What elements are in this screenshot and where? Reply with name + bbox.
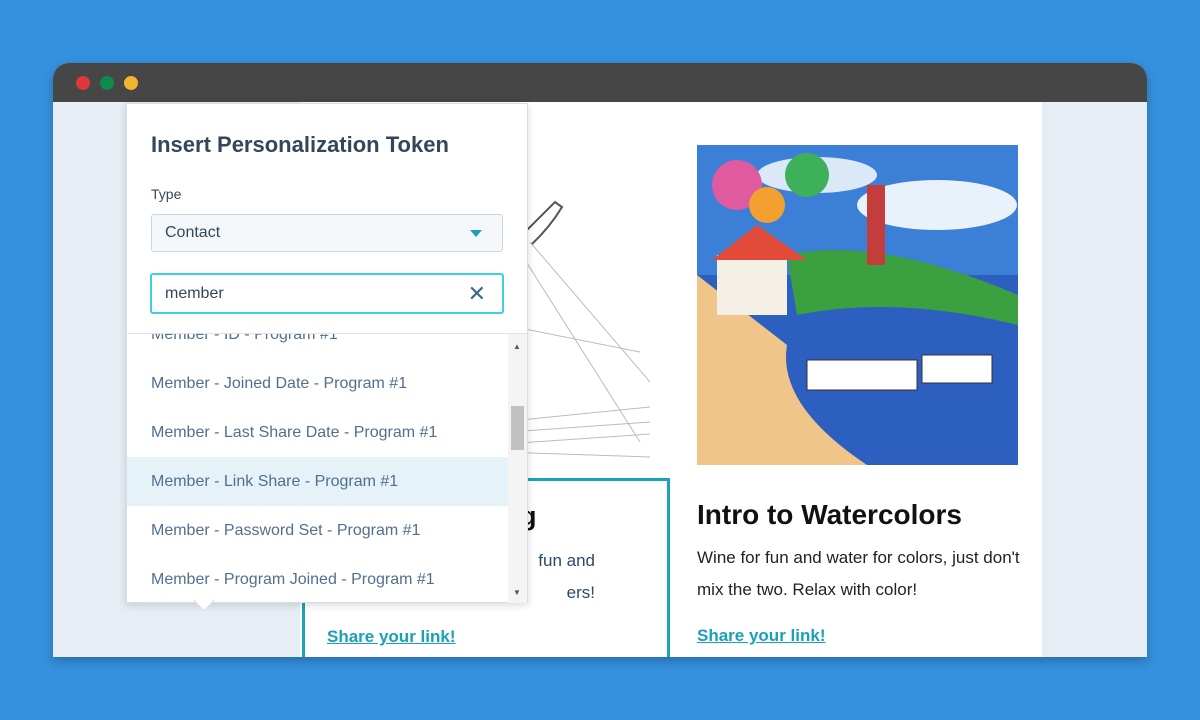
scrollbar[interactable]: ▲ ▼ bbox=[508, 334, 527, 603]
token-search-input[interactable]: member ✕ bbox=[150, 273, 504, 314]
card-text: Wine for fun and water for colors, just … bbox=[697, 548, 1020, 599]
watercolor-painting bbox=[697, 145, 1018, 465]
token-item[interactable]: Member - Program Joined - Program #1 bbox=[127, 555, 508, 603]
type-select-value: Contact bbox=[165, 224, 221, 241]
share-link[interactable]: Share your link! bbox=[327, 627, 455, 647]
personalization-token-popover: Insert Personalization Token Type Contac… bbox=[126, 103, 528, 603]
card-text-line: fun and bbox=[538, 551, 595, 570]
maximize-window-button[interactable] bbox=[124, 76, 138, 90]
close-window-button[interactable] bbox=[76, 76, 90, 90]
popover-title: Insert Personalization Token bbox=[151, 132, 449, 157]
clear-search-icon[interactable]: ✕ bbox=[468, 281, 486, 307]
card-title: Intro to Watercolors bbox=[697, 499, 962, 530]
scroll-down-icon[interactable]: ▼ bbox=[513, 588, 521, 597]
type-select[interactable]: Contact bbox=[151, 214, 503, 252]
token-item[interactable]: Member - Password Set - Program #1 bbox=[127, 506, 508, 555]
scroll-up-icon[interactable]: ▲ bbox=[513, 342, 521, 351]
token-list: Member - ID - Program #1 Member - Joined… bbox=[127, 333, 527, 603]
caret-down-icon bbox=[470, 230, 482, 237]
scrollbar-thumb[interactable] bbox=[511, 406, 524, 450]
card-text-line: ers! bbox=[566, 583, 595, 602]
token-item[interactable]: Member - ID - Program #1 bbox=[127, 334, 508, 359]
token-item[interactable]: Member - Last Share Date - Program #1 bbox=[127, 408, 508, 457]
search-value: member bbox=[165, 285, 224, 302]
token-item-highlighted[interactable]: Member - Link Share - Program #1 bbox=[127, 457, 508, 506]
share-link[interactable]: Share your link! bbox=[697, 626, 825, 646]
minimize-window-button[interactable] bbox=[100, 76, 114, 90]
type-label: Type bbox=[151, 186, 182, 202]
token-item[interactable]: Member - Joined Date - Program #1 bbox=[127, 359, 508, 408]
title-bar bbox=[53, 63, 1147, 102]
